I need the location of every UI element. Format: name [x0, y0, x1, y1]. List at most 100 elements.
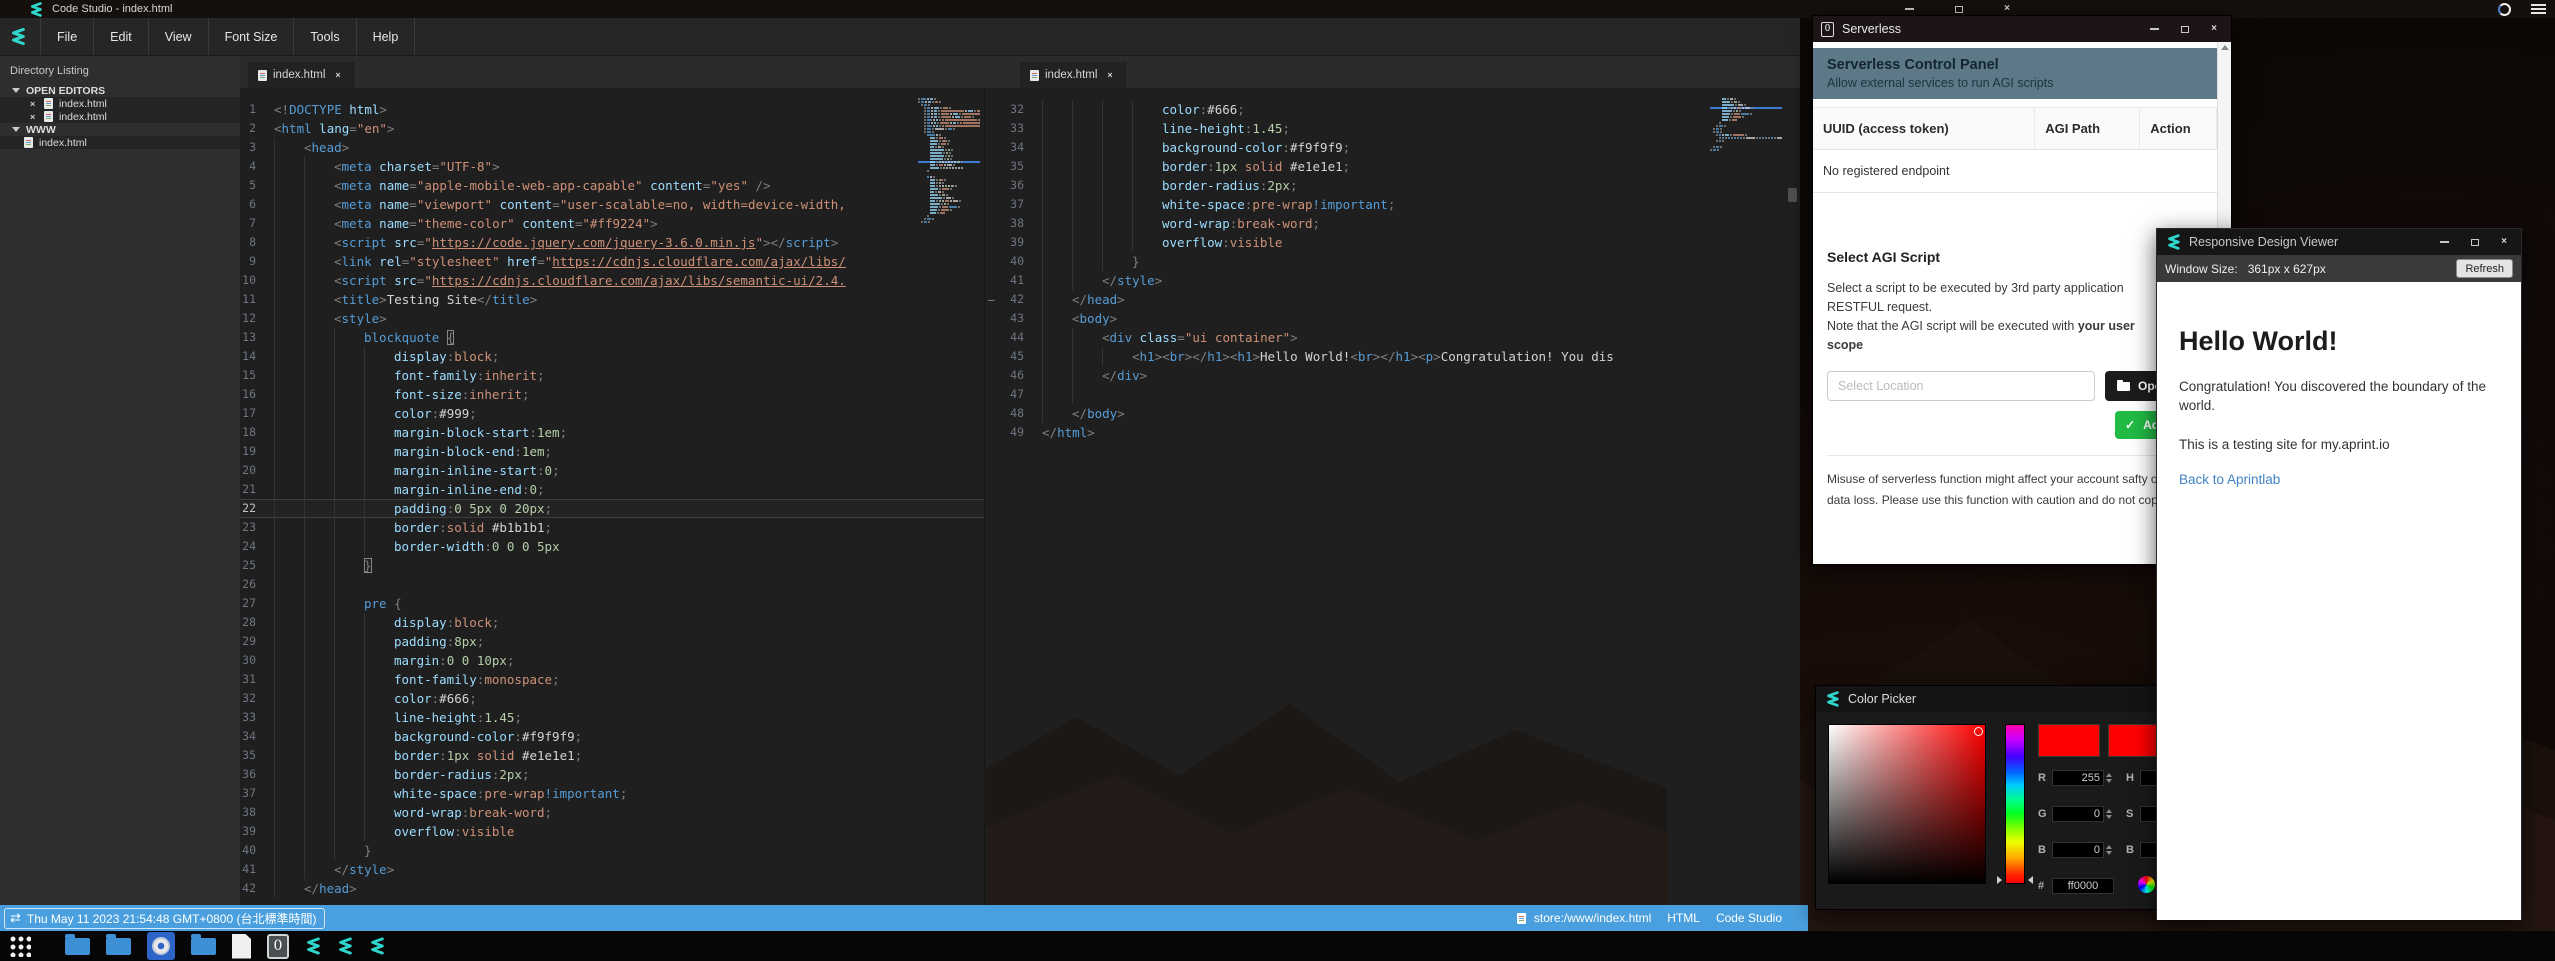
- color-marker-icon[interactable]: [1974, 727, 1983, 736]
- menu-file[interactable]: File: [40, 18, 93, 55]
- scrollbar-thumb[interactable]: [1788, 188, 1797, 202]
- code-line-28[interactable]: 28display:block;: [240, 613, 984, 632]
- serverless-titlebar[interactable]: 0 Serverless ×: [1813, 16, 2231, 42]
- folder-icon[interactable]: [65, 938, 90, 955]
- hue-pointer-icon[interactable]: [1997, 876, 2002, 884]
- stepper-icon[interactable]: [2106, 809, 2112, 819]
- close-icon[interactable]: ×: [30, 112, 38, 122]
- folder-icon[interactable]: [106, 938, 131, 955]
- maximize-icon[interactable]: [2471, 239, 2479, 246]
- stepper-icon[interactable]: [2106, 773, 2112, 783]
- code-line-47[interactable]: 47: [986, 385, 1800, 404]
- code-line-30[interactable]: 30margin:0 0 10px;: [240, 651, 984, 670]
- minimize-icon[interactable]: [2440, 241, 2449, 243]
- tab-index-html-right[interactable]: index.html ×: [1020, 62, 1126, 88]
- code-line-26[interactable]: 26: [240, 575, 984, 594]
- code-line-43[interactable]: 43<body>: [986, 309, 1800, 328]
- code-line-36[interactable]: 36border-radius:2px;: [986, 176, 1800, 195]
- code-line-8[interactable]: 8<script src="https://code.jquery.com/jq…: [240, 233, 984, 252]
- maximize-icon[interactable]: [2181, 26, 2189, 33]
- code-line-14[interactable]: 14display:block;: [240, 347, 984, 366]
- code-line-19[interactable]: 19margin-block-end:1em;: [240, 442, 984, 461]
- code-line-25[interactable]: 25}: [240, 556, 984, 575]
- tree-file-item[interactable]: index.html: [0, 136, 240, 149]
- close-icon[interactable]: ×: [2501, 237, 2507, 247]
- statusbar-language[interactable]: HTML: [1667, 911, 1700, 925]
- close-icon[interactable]: ×: [30, 99, 38, 109]
- code-line-21[interactable]: 21margin-inline-end:0;: [240, 480, 984, 499]
- datetime-pill[interactable]: Thu May 11 2023 21:54:48 GMT+0800 (台北標準時…: [4, 908, 325, 929]
- code-line-1[interactable]: 1<!DOCTYPE html>: [240, 100, 984, 119]
- menu-edit[interactable]: Edit: [93, 18, 148, 55]
- close-icon[interactable]: ×: [1996, 3, 2018, 15]
- folder-icon[interactable]: [191, 938, 216, 955]
- code-line-40[interactable]: 40}: [986, 252, 1800, 271]
- code-line-7[interactable]: 7<meta name="theme-color" content="#ff92…: [240, 214, 984, 233]
- code-line-35[interactable]: 35border:1px solid #e1e1e1;: [240, 746, 984, 765]
- code-line-42[interactable]: –42</head>: [986, 290, 1800, 309]
- code-line-37[interactable]: 37white-space:pre-wrap!important;: [240, 784, 984, 803]
- code-studio-app-icon[interactable]: [337, 938, 353, 954]
- minimap[interactable]: [918, 98, 980, 224]
- back-link[interactable]: Back to Aprintlab: [2179, 472, 2499, 487]
- red-input[interactable]: [2052, 770, 2104, 786]
- minimize-icon[interactable]: [2150, 28, 2159, 30]
- code-line-12[interactable]: 12<style>: [240, 309, 984, 328]
- editor-pane-left[interactable]: 1<!DOCTYPE html>2<html lang="en">3<head>…: [240, 88, 985, 905]
- color-picker-titlebar[interactable]: Color Picker: [1816, 686, 2214, 712]
- menu-font-size[interactable]: Font Size: [208, 18, 294, 55]
- stepper-icon[interactable]: [2106, 845, 2112, 855]
- code-line-38[interactable]: 38word-wrap:break-word;: [986, 214, 1800, 233]
- open-editor-item[interactable]: × index.html: [0, 97, 240, 110]
- code-line-44[interactable]: 44<div class="ui container">: [986, 328, 1800, 347]
- saturation-value-gradient[interactable]: [1828, 724, 1986, 884]
- app-launcher-grid-icon[interactable]: [9, 935, 31, 957]
- color-wheel-icon[interactable]: [2138, 876, 2155, 893]
- minimap[interactable]: [1710, 98, 1782, 152]
- location-input[interactable]: [1827, 371, 2095, 401]
- code-line-22[interactable]: 22padding:0 5px 0 20px;: [240, 499, 984, 518]
- serverless-app-icon[interactable]: 0: [267, 934, 289, 959]
- code-line-2[interactable]: 2<html lang="en">: [240, 119, 984, 138]
- code-area[interactable]: 1<!DOCTYPE html>2<html lang="en">3<head>…: [240, 88, 984, 898]
- code-line-33[interactable]: 33line-height:1.45;: [240, 708, 984, 727]
- close-icon[interactable]: ×: [1107, 70, 1115, 80]
- code-line-4[interactable]: 4<meta charset="UTF-8">: [240, 157, 984, 176]
- code-line-9[interactable]: 9<link rel="stylesheet" href="https://cd…: [240, 252, 984, 271]
- sidebar-section-www[interactable]: WWW: [0, 123, 240, 136]
- code-line-48[interactable]: 48</body>: [986, 404, 1800, 423]
- code-line-31[interactable]: 31font-family:monospace;: [240, 670, 984, 689]
- code-line-17[interactable]: 17color:#999;: [240, 404, 984, 423]
- code-line-23[interactable]: 23border:solid #b1b1b1;: [240, 518, 984, 537]
- scroll-up-icon[interactable]: [2221, 45, 2229, 50]
- green-input[interactable]: [2052, 806, 2104, 822]
- tab-index-html-left[interactable]: index.html ×: [248, 62, 354, 88]
- hex-input[interactable]: [2052, 878, 2114, 894]
- code-studio-app-icon[interactable]: [369, 938, 385, 954]
- code-line-49[interactable]: 49</html>: [986, 423, 1800, 442]
- document-icon[interactable]: [232, 934, 251, 959]
- menu-help[interactable]: Help: [356, 18, 416, 55]
- code-line-42[interactable]: 42</head>: [240, 879, 984, 898]
- code-line-34[interactable]: 34background-color:#f9f9f9;: [986, 138, 1800, 157]
- sidebar-section-open-editors[interactable]: OPEN EDITORS: [0, 84, 240, 97]
- code-line-32[interactable]: 32color:#666;: [240, 689, 984, 708]
- code-line-29[interactable]: 29padding:8px;: [240, 632, 984, 651]
- code-line-41[interactable]: 41</style>: [986, 271, 1800, 290]
- code-line-18[interactable]: 18margin-block-start:1em;: [240, 423, 984, 442]
- open-editor-item[interactable]: × index.html: [0, 110, 240, 123]
- code-line-20[interactable]: 20margin-inline-start:0;: [240, 461, 984, 480]
- code-area[interactable]: 32color:#666;33line-height:1.45;34backgr…: [986, 88, 1800, 442]
- code-line-27[interactable]: 27pre {: [240, 594, 984, 613]
- disc-icon[interactable]: [147, 932, 175, 960]
- editor-pane-right[interactable]: 32color:#666;33line-height:1.45;34backgr…: [986, 88, 1800, 905]
- menu-view[interactable]: View: [148, 18, 208, 55]
- statusbar-filepath[interactable]: store:/www/index.html: [1534, 911, 1651, 925]
- code-line-46[interactable]: 46</div>: [986, 366, 1800, 385]
- viewer-titlebar[interactable]: Responsive Design Viewer ×: [2157, 229, 2521, 255]
- code-line-24[interactable]: 24border-width:0 0 0 5px: [240, 537, 984, 556]
- minimize-icon[interactable]: [1898, 3, 1920, 15]
- code-line-45[interactable]: 45<h1><br></h1><h1>Hello World!<br></h1>…: [986, 347, 1800, 366]
- code-line-16[interactable]: 16font-size:inherit;: [240, 385, 984, 404]
- close-icon[interactable]: ×: [2211, 24, 2217, 34]
